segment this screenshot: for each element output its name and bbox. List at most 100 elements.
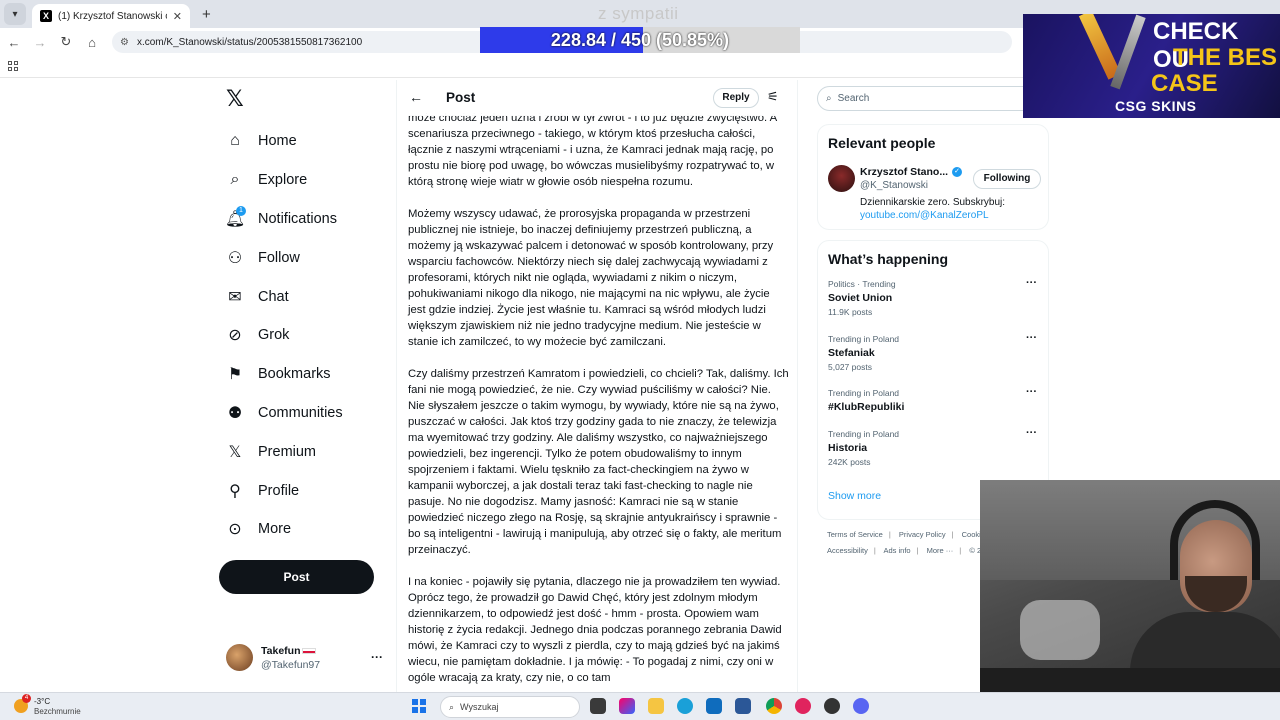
sidebar-item-label: Bookmarks <box>258 366 331 383</box>
trend-context: Trending in Poland <box>828 388 900 399</box>
sponsor-banner: CHECK OU THE BES CASE CSG SKINS <box>1023 14 1280 118</box>
trend-item[interactable]: Trending in Poland #KlubRepubliki ··· <box>818 386 1048 427</box>
account-switcher[interactable]: Takefun @Takefun97 ··· <box>226 644 386 674</box>
trend-item[interactable]: Politics · Trending Soviet Union 11.9K p… <box>818 277 1048 332</box>
account-handle: @Takefun97 <box>261 659 321 671</box>
home-button-icon[interactable]: ⌂ <box>80 35 104 50</box>
apps-grid-icon[interactable] <box>8 61 18 71</box>
forward-icon[interactable]: → <box>28 35 52 50</box>
more-options-icon[interactable]: ··· <box>1026 386 1037 398</box>
copilot-icon[interactable] <box>619 698 635 714</box>
post-column[interactable]: ← Post Reply ⚟ może chociaż jeden uzna i… <box>396 80 798 692</box>
new-tab-button[interactable]: + <box>202 6 211 23</box>
sidebar-item-notifications[interactable]: 🔔︎ 1 Notifications <box>225 200 343 239</box>
more-options-icon[interactable]: ··· <box>1026 427 1037 439</box>
sidebar-item-bookmarks[interactable]: ⚑ Bookmarks <box>226 355 343 394</box>
ads-info-link[interactable]: Ads info <box>883 546 910 555</box>
accessibility-link[interactable]: Accessibility <box>827 546 868 555</box>
outlook-icon[interactable] <box>706 698 722 714</box>
sidebar-item-chat[interactable]: ✉ Chat <box>226 277 343 316</box>
sidebar-item-profile[interactable]: ⚲ Profile <box>226 471 343 510</box>
taskbar-search-input[interactable]: ⌕ Wyszukaj <box>440 696 580 718</box>
article-body: może chociaż jeden uzna i zrobi w tył zw… <box>408 110 790 692</box>
sidebar-item-label: Premium <box>258 443 317 460</box>
person-handle: @K_Stanowski <box>860 180 928 191</box>
cookie-link[interactable]: Cooki <box>962 530 981 539</box>
search-input[interactable]: ⌕ Search <box>817 86 1037 111</box>
close-icon[interactable]: ✕ <box>173 10 182 23</box>
sidebar-item-label: Chat <box>258 288 289 305</box>
trend-name: Soviet Union <box>828 292 893 304</box>
discord-icon[interactable] <box>853 698 869 714</box>
person-icon: ⚲ <box>229 482 241 500</box>
more-options-icon[interactable]: ··· <box>1026 332 1037 344</box>
sidebar-item-communities[interactable]: ⚉ Communities <box>226 394 343 433</box>
more-options-icon[interactable]: ··· <box>1026 277 1037 289</box>
trend-name: #KlubRepubliki <box>828 401 905 414</box>
trend-context: Trending in Poland <box>828 333 900 344</box>
site-info-icon[interactable]: ⚙ <box>120 37 129 48</box>
sidebar-item-home[interactable]: ⌂ Home <box>226 122 343 161</box>
post-button[interactable]: Post <box>219 560 374 594</box>
file-explorer-icon[interactable] <box>648 698 664 714</box>
sidebar-item-label: More <box>258 521 292 538</box>
x-logo-icon[interactable]: 𝕏 <box>226 88 248 110</box>
trend-item[interactable]: Trending in Poland Historia 242K posts ·… <box>818 427 1048 482</box>
ad-headline: THE BES <box>1173 44 1278 71</box>
search-icon: ⌕ <box>826 93 832 104</box>
article-paragraph: Możemy wszyscy udawać, że prorosyjska pr… <box>408 208 774 348</box>
store-icon[interactable] <box>735 698 751 714</box>
communities-icon: ⚉ <box>227 404 243 422</box>
ad-headline: CASE <box>1151 70 1218 97</box>
more-link[interactable]: More ··· <box>927 546 954 555</box>
app-icon[interactable] <box>795 698 811 714</box>
knife-graphic <box>1110 14 1146 90</box>
terms-link[interactable]: Terms of Service <box>827 530 883 539</box>
windows-start-icon[interactable] <box>412 699 426 713</box>
obs-icon[interactable] <box>824 698 840 714</box>
stream-goal-progress: 228.84 / 450 (50.85%) <box>480 27 800 53</box>
more-options-icon[interactable]: ··· <box>371 650 383 664</box>
back-icon[interactable]: ← <box>2 35 26 50</box>
taskbar-search-placeholder: Wyszukaj <box>460 702 499 712</box>
bookmark-icon: ⚑ <box>227 366 243 384</box>
back-arrow-icon[interactable]: ← <box>409 89 423 105</box>
x-logo-icon: 𝕏 <box>228 443 242 461</box>
sidebar-item-grok[interactable]: ⊘ Grok <box>226 316 343 355</box>
sidebar-item-label: Profile <box>258 482 300 499</box>
privacy-link[interactable]: Privacy Policy <box>899 530 946 539</box>
search-icon: ⌕ <box>449 701 455 712</box>
sidebar-item-more[interactable]: ⊙ More <box>226 510 343 549</box>
relevant-people-card: Relevant people Krzysztof Stano... ✓ @K_S… <box>817 124 1049 230</box>
bio-link[interactable]: youtube.com/@KanalZeroPL <box>860 209 1005 222</box>
headphones-graphic <box>1170 500 1260 580</box>
mail-icon: ✉ <box>228 288 242 306</box>
account-name: Takefun <box>261 645 317 657</box>
trend-name: Historia <box>828 442 868 455</box>
person-name[interactable]: Krzysztof Stano... ✓ <box>860 166 963 178</box>
sidebar-item-premium[interactable]: 𝕏 Premium <box>226 432 343 471</box>
settings-sliders-icon[interactable]: ⚟ <box>767 89 779 105</box>
sidebar-item-follow[interactable]: ⚇ Follow <box>226 238 343 277</box>
knife-graphic <box>1078 14 1122 80</box>
webcam-feed <box>980 480 1280 692</box>
weather-condition: Bezchmurnie <box>34 707 81 716</box>
sidebar-item-explore[interactable]: ⌕ Explore <box>226 161 343 200</box>
trend-item[interactable]: Trending in Poland Stefaniak 5,027 posts… <box>818 332 1048 387</box>
edge-browser-icon[interactable] <box>677 698 693 714</box>
chrome-icon[interactable] <box>766 698 782 714</box>
sponsor-logo: CSG SKINS <box>1115 98 1197 114</box>
grok-icon: ⊘ <box>228 327 242 345</box>
x-logo-icon: X <box>40 10 52 22</box>
trend-context: Trending in Poland <box>828 429 900 440</box>
reload-icon[interactable]: ↻ <box>54 34 78 50</box>
tab-search-dropdown-icon[interactable]: ▾ <box>4 3 26 25</box>
avatar[interactable] <box>828 165 855 192</box>
sidebar-item-label: Follow <box>258 249 300 266</box>
browser-tab-active[interactable]: X (1) Krzysztof Stanowski on X: " ✕ <box>32 4 190 28</box>
following-button[interactable]: Following <box>973 169 1041 189</box>
weather-widget[interactable]: 4 -3°C Bezchmurnie <box>14 694 104 718</box>
task-view-icon[interactable] <box>590 698 606 714</box>
reply-button[interactable]: Reply <box>713 88 759 108</box>
person-item[interactable]: Krzysztof Stano... ✓ @K_Stanowski Followi… <box>818 151 1048 221</box>
